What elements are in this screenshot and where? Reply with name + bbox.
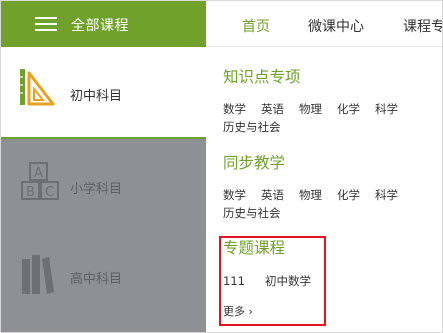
highlight-box [219, 236, 326, 326]
books-icon [22, 255, 54, 294]
link-history-society[interactable]: 历史与社会 [223, 204, 281, 222]
sidebar: 全部课程 初中科目 A B C 小学科目 高中科目 [1, 1, 206, 332]
link-history-society[interactable]: 历史与社会 [223, 118, 281, 136]
link-physics[interactable]: 物理 [299, 186, 322, 204]
top-nav: 首页 微课中心 课程专 [206, 1, 442, 47]
app-frame: 全部课程 初中科目 A B C 小学科目 高中科目 首页 微课中心 课程专 知识… [0, 0, 443, 333]
abc-blocks-icon: A B C [21, 162, 59, 200]
svg-text:A: A [34, 166, 43, 181]
menu-icon[interactable] [35, 17, 57, 32]
sidebar-title: 全部课程 [71, 18, 129, 34]
svg-text:B: B [26, 185, 35, 200]
sidebar-item-primary[interactable]: A B C 小学科目 [1, 141, 206, 233]
section-links: 数学 英语 物理 化学 科学历史与社会 [223, 186, 438, 222]
sidebar-item-senior[interactable]: 高中科目 [1, 231, 206, 332]
sidebar-item-label: 初中科目 [70, 89, 123, 104]
sidebar-item-junior[interactable]: 初中科目 [1, 47, 206, 139]
ruler-triangle-icon [20, 69, 55, 106]
link-science[interactable]: 科学 [375, 186, 398, 204]
link-science[interactable]: 科学 [375, 100, 398, 118]
link-math[interactable]: 数学 [223, 100, 246, 118]
link-english[interactable]: 英语 [261, 100, 284, 118]
section-title: 知识点专项 [223, 68, 301, 86]
link-chemistry[interactable]: 化学 [337, 186, 360, 204]
section-links: 数学 英语 物理 化学 科学历史与社会 [223, 100, 438, 136]
sidebar-item-label: 小学科目 [70, 182, 123, 197]
link-english[interactable]: 英语 [261, 186, 284, 204]
tab-home[interactable]: 首页 [242, 16, 270, 36]
tab-micro-course[interactable]: 微课中心 [308, 16, 364, 36]
link-chemistry[interactable]: 化学 [337, 100, 360, 118]
svg-text:C: C [45, 185, 54, 200]
tab-course-topic[interactable]: 课程专 [403, 16, 442, 36]
section-title: 同步教学 [223, 154, 286, 172]
sidebar-item-label: 高中科目 [70, 272, 123, 287]
link-physics[interactable]: 物理 [299, 100, 322, 118]
link-math[interactable]: 数学 [223, 186, 246, 204]
sidebar-header: 全部课程 [1, 1, 206, 47]
